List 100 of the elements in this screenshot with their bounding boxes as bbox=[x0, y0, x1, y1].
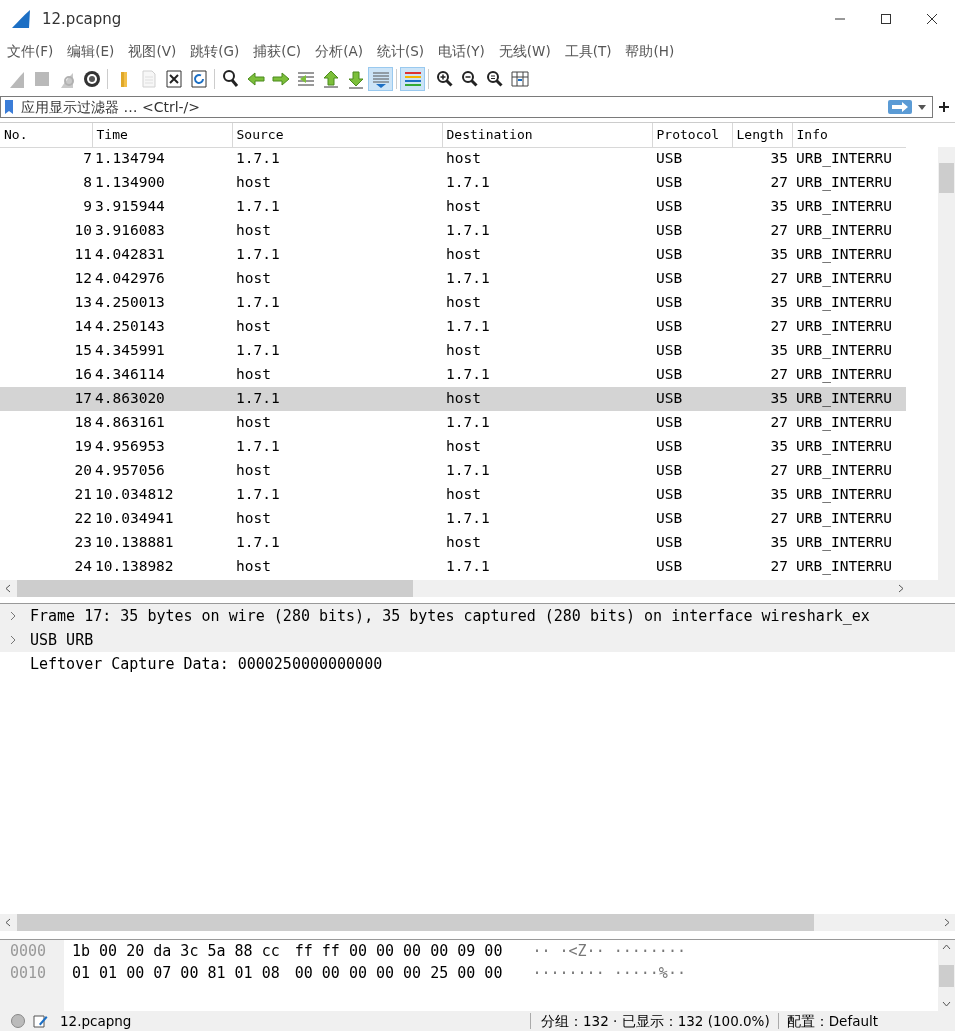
table-cell-text: 1.7.1 bbox=[445, 557, 491, 577]
packet-row[interactable]: 22 10.034941 host 1.7.1 USB 27 URB_INTERRU bbox=[0, 507, 906, 531]
table-cell: USB bbox=[652, 363, 732, 387]
table-cell-text: 1.7.1 bbox=[445, 317, 491, 337]
table-cell-text: 24 bbox=[73, 557, 92, 577]
packet-row[interactable]: 20 4.957056 host 1.7.1 USB 27 URB_INTERRU bbox=[0, 459, 906, 483]
menu-item[interactable]: 无线(W) bbox=[491, 38, 558, 65]
packet-row[interactable]: 13 4.250013 1.7.1 host USB 35 URB_INTERRU bbox=[0, 291, 906, 315]
menu-item[interactable]: 捕获(C) bbox=[246, 38, 309, 65]
menu-item[interactable]: 电话(Y) bbox=[431, 38, 492, 65]
menu-item[interactable]: 文件(F) bbox=[0, 38, 61, 65]
table-cell-text: 4.042831 bbox=[94, 245, 166, 265]
horizontal-scrollbar[interactable] bbox=[0, 580, 955, 597]
column-header[interactable]: Source bbox=[232, 123, 442, 147]
menu-item[interactable]: 编辑(E) bbox=[60, 38, 122, 65]
table-cell-text: 13 bbox=[73, 293, 92, 313]
column-header[interactable]: No. bbox=[0, 123, 92, 147]
packet-row[interactable]: 8 1.134900 host 1.7.1 USB 27 URB_INTERRU bbox=[0, 171, 906, 195]
column-header[interactable]: Protocol bbox=[652, 123, 732, 147]
search-icon bbox=[220, 69, 241, 89]
table-cell-text: 27 bbox=[769, 509, 789, 529]
table-cell-text: 35 bbox=[769, 437, 789, 457]
table-cell: 1.7.1 bbox=[442, 411, 652, 435]
table-cell-text: URB_INTERRU bbox=[795, 317, 894, 337]
menu-item[interactable]: 分析(A) bbox=[308, 38, 370, 65]
table-cell-text: host bbox=[445, 245, 482, 265]
table-cell-text: host bbox=[235, 509, 272, 529]
plus-icon[interactable] bbox=[939, 102, 949, 112]
column-header[interactable]: Time bbox=[92, 123, 232, 147]
bookmark-icon[interactable] bbox=[3, 99, 15, 115]
table-cell-text: 27 bbox=[769, 221, 789, 241]
packet-row[interactable]: 19 4.956953 1.7.1 host USB 35 URB_INTERRU bbox=[0, 435, 906, 459]
table-cell-text: 10 bbox=[73, 221, 92, 241]
menu-item[interactable]: 视图(V) bbox=[121, 38, 184, 65]
packet-row[interactable]: 24 10.138982 host 1.7.1 USB 27 URB_INTERRU bbox=[0, 555, 906, 579]
menu-item[interactable]: 跳转(G) bbox=[183, 38, 247, 65]
table-cell-text: URB_INTERRU bbox=[795, 197, 894, 217]
table-cell-text: USB bbox=[655, 197, 684, 217]
table-cell-text: 1.7.1 bbox=[235, 293, 281, 313]
packet-row[interactable]: 14 4.250143 host 1.7.1 USB 27 URB_INTERRU bbox=[0, 315, 906, 339]
table-cell-text: 15 bbox=[73, 341, 92, 361]
packet-row[interactable]: 15 4.345991 1.7.1 host USB 35 URB_INTERRU bbox=[0, 339, 906, 363]
table-cell-text: 3.915944 bbox=[94, 197, 166, 217]
table-cell-text: host bbox=[445, 197, 482, 217]
table-cell-text: 35 bbox=[769, 341, 789, 361]
profile-label[interactable]: 配置：Default bbox=[786, 1011, 879, 1031]
table-cell-text: USB bbox=[655, 245, 684, 265]
column-header[interactable]: Destination bbox=[442, 123, 652, 147]
table-cell-text: 1.134900 bbox=[94, 173, 166, 193]
reload-icon bbox=[188, 69, 209, 89]
tree-item[interactable]: Leftover Capture Data: 0000250000000000 bbox=[30, 652, 383, 676]
menu-item[interactable]: 帮助(H) bbox=[618, 38, 682, 65]
table-cell: 7 bbox=[0, 147, 92, 171]
table-cell-text: URB_INTERRU bbox=[795, 509, 894, 529]
column-header[interactable]: Info bbox=[792, 123, 906, 147]
table-cell-text: URB_INTERRU bbox=[795, 269, 894, 289]
menu-item[interactable]: 统计(S) bbox=[369, 38, 432, 65]
close-icon bbox=[926, 13, 938, 25]
vertical-scrollbar[interactable] bbox=[938, 147, 955, 580]
table-cell: URB_INTERRU bbox=[792, 147, 906, 171]
horizontal-scrollbar[interactable] bbox=[0, 914, 955, 931]
table-cell-text: 1.7.1 bbox=[445, 221, 491, 241]
table-cell-text: 20 bbox=[73, 461, 92, 481]
offset-label: 0000 bbox=[10, 941, 48, 962]
table-cell: 27 bbox=[732, 411, 792, 435]
table-cell-text: 35 bbox=[769, 293, 789, 313]
status-indicator-icon bbox=[10, 1013, 26, 1029]
packet-row[interactable]: 10 3.916083 host 1.7.1 USB 27 URB_INTERRU bbox=[0, 219, 906, 243]
table-cell-text: 35 bbox=[769, 245, 789, 265]
column-header[interactable]: Length bbox=[732, 123, 792, 147]
packet-row[interactable]: 17 4.863020 1.7.1 host USB 35 URB_INTERRU bbox=[0, 387, 906, 411]
filter-field[interactable]: 应用显示过滤器 … <Ctrl-/> bbox=[0, 96, 933, 118]
table-cell: USB bbox=[652, 411, 732, 435]
packet-row[interactable]: 12 4.042976 host 1.7.1 USB 27 URB_INTERRU bbox=[0, 267, 906, 291]
edit-comment-icon[interactable] bbox=[32, 1013, 48, 1029]
ascii-bytes: ········ ·····%·· bbox=[532, 963, 686, 984]
packet-row[interactable]: 7 1.134794 1.7.1 host USB 35 URB_INTERRU bbox=[0, 147, 906, 171]
resize-columns-icon bbox=[509, 69, 530, 89]
table-cell-text: 14 bbox=[73, 317, 92, 337]
dropdown-caret-icon[interactable] bbox=[918, 104, 926, 110]
packet-row[interactable]: 11 4.042831 1.7.1 host USB 35 URB_INTERRU bbox=[0, 243, 906, 267]
table-cell-text: USB bbox=[655, 437, 684, 457]
table-cell-text: 9 bbox=[82, 197, 92, 217]
table-cell: USB bbox=[652, 387, 732, 411]
packet-row[interactable]: 16 4.346114 host 1.7.1 USB 27 URB_INTERRU bbox=[0, 363, 906, 387]
tree-item[interactable]: USB URB bbox=[30, 628, 94, 652]
table-cell: 17 bbox=[0, 387, 92, 411]
table-cell-text: 1.7.1 bbox=[445, 461, 491, 481]
zoom-out-icon bbox=[459, 69, 480, 89]
hex-bytes: ff ff 00 00 00 00 09 00 bbox=[294, 941, 503, 962]
vertical-scrollbar[interactable] bbox=[938, 940, 955, 1011]
packet-row[interactable]: 18 4.863161 host 1.7.1 USB 27 URB_INTERRU bbox=[0, 411, 906, 435]
menu-item[interactable]: 工具(T) bbox=[557, 38, 619, 65]
colorize-icon bbox=[402, 69, 423, 89]
table-cell: URB_INTERRU bbox=[792, 363, 906, 387]
table-cell-text: host bbox=[235, 317, 272, 337]
packet-row[interactable]: 21 10.034812 1.7.1 host USB 35 URB_INTERRU bbox=[0, 483, 906, 507]
packet-row[interactable]: 23 10.138881 1.7.1 host USB 35 URB_INTERRU bbox=[0, 531, 906, 555]
table-cell: host bbox=[232, 411, 442, 435]
packet-row[interactable]: 9 3.915944 1.7.1 host USB 35 URB_INTERRU bbox=[0, 195, 906, 219]
